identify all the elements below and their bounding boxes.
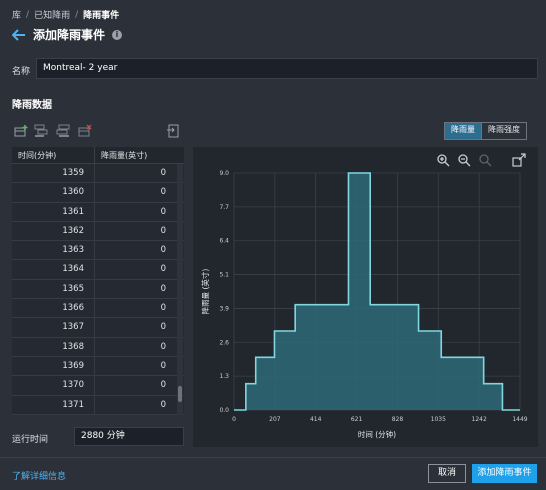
- y-tick-label: 0.0: [219, 407, 229, 414]
- x-tick-label: 1242: [472, 416, 487, 423]
- table-row[interactable]: 1360 0: [12, 183, 184, 203]
- cell-depth[interactable]: 0: [94, 260, 176, 279]
- y-tick-label: 5.1: [219, 272, 229, 279]
- x-tick-label: 828: [392, 416, 404, 423]
- import-icon[interactable]: [166, 124, 180, 138]
- cell-depth[interactable]: 0: [94, 356, 176, 376]
- table-row[interactable]: 1368 0: [12, 337, 184, 357]
- table-row[interactable]: 1364 0: [12, 260, 184, 280]
- footer-divider: [0, 457, 546, 458]
- y-tick-label: 3.9: [219, 305, 229, 312]
- cell-time[interactable]: 1365: [12, 280, 94, 298]
- breadcrumb-known-rainfall[interactable]: 已知降雨: [34, 8, 70, 21]
- table-row[interactable]: 1365 0: [12, 279, 184, 300]
- runtime-label: 运行时间: [12, 435, 49, 445]
- toggle-intensity[interactable]: 降雨强度: [482, 123, 526, 139]
- x-tick-label: 1035: [431, 416, 446, 423]
- cell-depth[interactable]: 0: [94, 221, 176, 241]
- duplicate-row-icon[interactable]: [56, 124, 70, 138]
- title-row: 添加降雨事件 i: [12, 26, 123, 43]
- rainfall-table: 时间(分钟) 降雨量(英寸) 1359 0 1360 0 1361 0 1362 0 1363 0…: [12, 147, 184, 415]
- x-tick-label: 1449: [512, 416, 527, 423]
- table-scrollbar[interactable]: [177, 164, 183, 415]
- y-tick-label: 6.4: [219, 238, 229, 245]
- breadcrumb-current: 降雨事件: [83, 11, 120, 21]
- column-header-time[interactable]: 时间(分钟): [12, 147, 94, 163]
- name-label: 名称: [12, 67, 31, 77]
- cell-depth[interactable]: 0: [94, 299, 176, 318]
- cell-time[interactable]: 1361: [12, 203, 94, 221]
- chart-panel: 0 207 414 621 828 1035 1242 1449 0.0 1.3 2.6 3.9 5.1…: [193, 147, 538, 447]
- cell-depth[interactable]: 0: [94, 318, 176, 337]
- cell-time[interactable]: 1359: [12, 164, 94, 182]
- table-row[interactable]: 1362 0: [12, 221, 184, 242]
- cell-time[interactable]: 1367: [12, 318, 94, 336]
- y-tick-label: 1.3: [219, 373, 229, 380]
- table-row[interactable]: 1369 0: [12, 356, 184, 377]
- name-input[interactable]: Montreal- 2 year: [36, 58, 538, 79]
- table-body: 1359 0 1360 0 1361 0 1362 0 1363 0 1364 0 1365 0 1366 0…: [12, 164, 184, 415]
- cell-depth[interactable]: 0: [94, 395, 176, 414]
- cell-time[interactable]: 1363: [12, 241, 94, 259]
- x-tick-label: 207: [269, 416, 281, 423]
- breadcrumb: 库 / 已知降雨 / 降雨事件: [12, 8, 120, 22]
- x-tick-label: 414: [310, 416, 322, 423]
- cancel-button[interactable]: 取消: [428, 464, 466, 483]
- cell-depth[interactable]: 0: [94, 376, 176, 395]
- y-axis-label: 降雨量 (英寸): [200, 269, 210, 315]
- table-header: 时间(分钟) 降雨量(英寸): [12, 147, 184, 164]
- depth-intensity-toggle: 降雨量 降雨强度: [444, 122, 527, 140]
- cell-time[interactable]: 1364: [12, 260, 94, 278]
- runtime-input[interactable]: 2880 分钟: [74, 427, 184, 446]
- column-header-depth[interactable]: 降雨量(英寸): [94, 147, 176, 163]
- cell-time[interactable]: 1360: [12, 183, 94, 201]
- toggle-depth[interactable]: 降雨量: [445, 123, 482, 139]
- cell-time[interactable]: 1370: [12, 376, 94, 394]
- cell-time[interactable]: 1371: [12, 396, 94, 414]
- page-title: 添加降雨事件: [33, 28, 106, 42]
- cell-depth[interactable]: 0: [94, 241, 176, 260]
- table-row[interactable]: 1366 0: [12, 299, 184, 319]
- table-row[interactable]: 1359 0: [12, 164, 184, 184]
- add-row-icon[interactable]: [14, 124, 28, 138]
- cell-time[interactable]: 1368: [12, 338, 94, 356]
- table-scrollbar-thumb[interactable]: [178, 386, 182, 402]
- breadcrumb-separator: /: [75, 9, 79, 20]
- info-icon[interactable]: i: [112, 29, 123, 40]
- table-row[interactable]: 1363 0: [12, 241, 184, 261]
- table-row[interactable]: 1361 0: [12, 202, 184, 222]
- breadcrumb-separator: /: [26, 9, 30, 20]
- x-tick-label: 0: [232, 416, 236, 423]
- cell-time[interactable]: 1362: [12, 222, 94, 240]
- y-tick-label: 7.7: [219, 204, 229, 211]
- y-tick-label: 2.6: [219, 339, 229, 346]
- x-tick-label: 621: [351, 416, 363, 423]
- delete-row-icon[interactable]: [78, 124, 92, 138]
- table-row[interactable]: 1367 0: [12, 318, 184, 338]
- cell-depth[interactable]: 0: [94, 337, 176, 356]
- y-tick-label: 9.0: [219, 170, 229, 177]
- cell-time[interactable]: 1369: [12, 357, 94, 375]
- breadcrumb-library[interactable]: 库: [12, 8, 21, 21]
- cell-time[interactable]: 1366: [12, 299, 94, 317]
- cell-depth[interactable]: 0: [94, 202, 176, 221]
- learn-more-link[interactable]: 了解详细信息: [12, 469, 66, 482]
- table-row[interactable]: 1371 0: [12, 395, 184, 415]
- add-rainfall-event-button[interactable]: 添加降雨事件: [472, 464, 537, 483]
- cell-depth[interactable]: 0: [94, 279, 176, 299]
- rainfall-chart: 0 207 414 621 828 1035 1242 1449 0.0 1.3 2.6 3.9 5.1…: [200, 170, 528, 439]
- section-title: 降雨数据: [12, 100, 52, 111]
- cell-depth[interactable]: 0: [94, 164, 176, 183]
- x-axis-label: 时间 (分钟): [358, 429, 396, 439]
- table-row[interactable]: 1370 0: [12, 376, 184, 396]
- insert-row-icon[interactable]: [34, 124, 48, 138]
- back-arrow-icon[interactable]: [12, 28, 26, 41]
- cell-depth[interactable]: 0: [94, 183, 176, 202]
